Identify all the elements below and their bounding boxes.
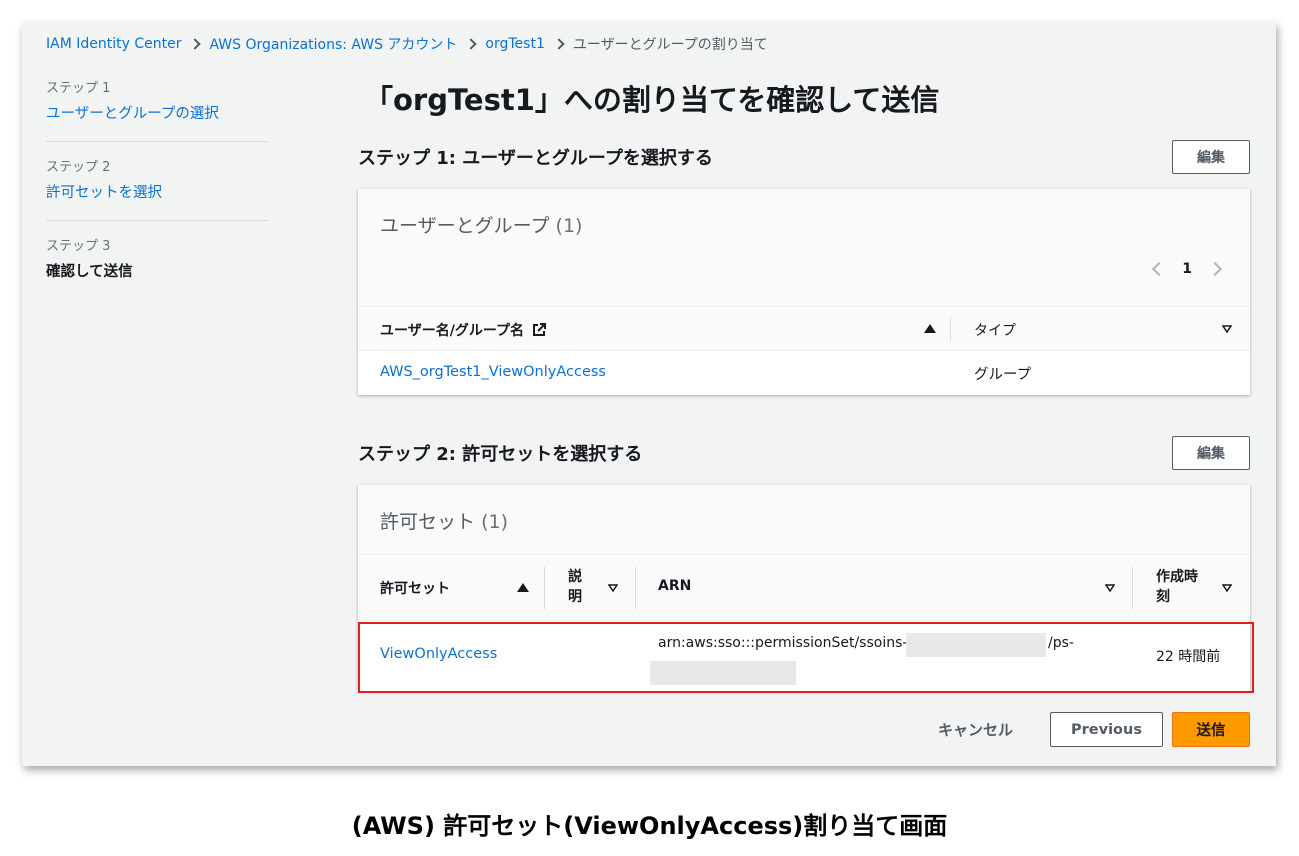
chevron-right-icon <box>553 38 565 50</box>
table-row: AWS_orgTest1_ViewOnlyAccess グループ <box>358 351 1250 395</box>
breadcrumb-orgtest1[interactable]: orgTest1 <box>485 36 544 52</box>
group-name-link[interactable]: AWS_orgTest1_ViewOnlyAccess <box>380 364 606 380</box>
sort-descending-icon[interactable] <box>1222 325 1232 333</box>
table-title: 許可セット (1) <box>380 507 508 534</box>
chevron-right-icon[interactable] <box>1207 261 1223 277</box>
table-column-header-row: ユーザー名/グループ名 タイプ <box>358 307 1250 351</box>
page-title: 「orgTest1」への割り当てを確認して送信 <box>364 83 940 117</box>
column-header-label: 明 <box>568 589 582 605</box>
wizard-step-link-permission-sets[interactable]: 許可セットを選択 <box>46 181 268 202</box>
column-header-type[interactable]: タイプ <box>974 320 1016 340</box>
sort-descending-icon[interactable] <box>1105 584 1115 592</box>
table-count: (1) <box>555 215 583 237</box>
pagination: 1 <box>1152 261 1223 277</box>
console-window: IAM Identity Center AWS Organizations: A… <box>22 22 1276 766</box>
sort-ascending-icon[interactable] <box>924 324 936 333</box>
step2-heading: ステップ 2: 許可セットを選択する <box>358 444 643 465</box>
column-header-name[interactable]: ユーザー名/グループ名 <box>380 320 546 340</box>
step2-edit-button[interactable]: 編集 <box>1172 436 1250 470</box>
figure-caption: (AWS) 許可セット(ViewOnlyAccess)割り当て画面 <box>351 812 948 840</box>
step1-heading: ステップ 1: ユーザーとグループを選択する <box>358 148 713 169</box>
page-number[interactable]: 1 <box>1182 261 1192 277</box>
column-header-arn[interactable]: ARN <box>658 578 691 594</box>
wizard-step-3: ステップ 3 確認して送信 <box>46 235 268 299</box>
table-header-area: ユーザーとグループ (1) 1 <box>358 189 1250 307</box>
column-divider <box>1132 567 1133 609</box>
cancel-button[interactable]: キャンセル <box>938 719 1013 740</box>
group-type: グループ <box>974 367 1032 383</box>
wizard-step-number: ステップ 3 <box>46 239 111 254</box>
wizard-step-1: ステップ 1 ユーザーとグループの選択 <box>46 77 268 142</box>
highlight-box <box>358 622 1254 693</box>
wizard-step-current-review: 確認して送信 <box>46 264 133 280</box>
column-divider <box>950 317 951 341</box>
wizard-step-number: ステップ 1 <box>46 81 111 96</box>
column-header-label: ユーザー名/グループ名 <box>380 323 524 339</box>
chevron-left-icon[interactable] <box>1152 261 1167 277</box>
sort-descending-icon[interactable] <box>608 584 618 592</box>
users-groups-table: ユーザーとグループ (1) 1 ユーザー名/グループ名 タイプ AWS_orgT… <box>358 189 1250 395</box>
breadcrumb: IAM Identity Center AWS Organizations: A… <box>46 34 768 54</box>
wizard-step-2: ステップ 2 許可セットを選択 <box>46 156 268 221</box>
column-header-label: 刻 <box>1156 589 1170 605</box>
column-header-description[interactable]: 説 明 <box>568 567 582 607</box>
column-header-label: 作成時 <box>1156 569 1198 585</box>
step1-edit-button[interactable]: 編集 <box>1172 140 1250 174</box>
wizard-step-number: ステップ 2 <box>46 160 111 175</box>
table-count: (1) <box>481 511 508 533</box>
breadcrumb-iam-identity-center[interactable]: IAM Identity Center <box>46 36 181 52</box>
previous-button[interactable]: Previous <box>1050 712 1163 747</box>
column-header-created[interactable]: 作成時 刻 <box>1156 567 1198 607</box>
table-header-area: 許可セット (1) <box>358 485 1250 555</box>
submit-button[interactable]: 送信 <box>1172 712 1250 747</box>
chevron-right-icon <box>189 38 202 50</box>
table-title-text: 許可セット <box>380 511 476 533</box>
column-header-label: 説 <box>568 569 582 585</box>
breadcrumb-aws-organizations[interactable]: AWS Organizations: AWS アカウント <box>209 34 457 54</box>
wizard-steps-nav: ステップ 1 ユーザーとグループの選択 ステップ 2 許可セットを選択 ステップ… <box>46 77 268 313</box>
table-column-header-row: 許可セット 説 明 ARN 作成時 刻 <box>358 555 1250 621</box>
sort-descending-icon[interactable] <box>1222 584 1232 592</box>
wizard-step-link-users-groups[interactable]: ユーザーとグループの選択 <box>46 102 268 123</box>
external-link-icon <box>532 323 546 336</box>
column-divider <box>544 567 545 609</box>
table-title: ユーザーとグループ (1) <box>380 211 582 238</box>
sort-ascending-icon[interactable] <box>517 583 529 592</box>
chevron-right-icon <box>465 38 478 50</box>
column-header-permission-set[interactable]: 許可セット <box>380 578 450 598</box>
breadcrumb-current: ユーザーとグループの割り当て <box>572 37 768 53</box>
column-divider <box>635 567 636 609</box>
table-title-text: ユーザーとグループ <box>380 215 550 237</box>
